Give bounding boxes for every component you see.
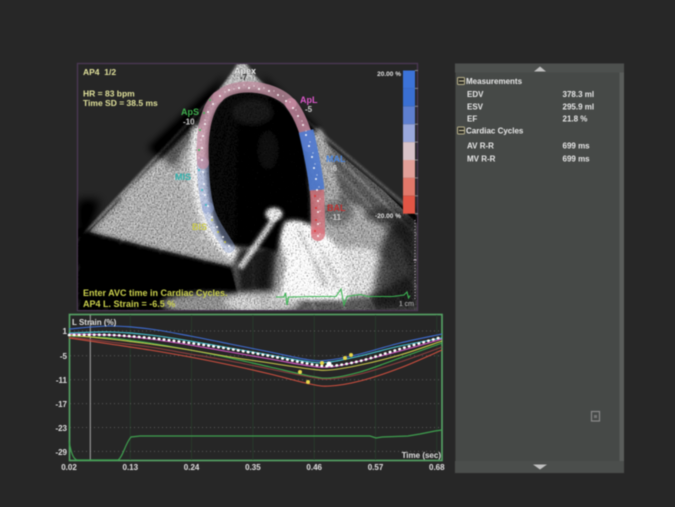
svg-text:0.02: 0.02	[61, 463, 77, 472]
svg-text:378.3 ml: 378.3 ml	[563, 90, 595, 99]
svg-text:EDV: EDV	[467, 90, 484, 99]
svg-text:-4: -4	[197, 233, 205, 242]
svg-text:Cardiac Cycles: Cardiac Cycles	[466, 126, 524, 135]
svg-text:1 cm: 1 cm	[399, 301, 414, 308]
svg-text:-6: -6	[330, 164, 338, 173]
svg-text:-23: -23	[55, 424, 67, 433]
svg-text:BIS: BIS	[192, 222, 207, 232]
svg-text:699 ms: 699 ms	[563, 142, 591, 151]
svg-text:Time (sec): Time (sec)	[402, 451, 442, 460]
svg-text:L Strain (%): L Strain (%)	[72, 318, 117, 327]
svg-text:0.13: 0.13	[123, 463, 139, 472]
svg-text:-10: -10	[183, 118, 195, 127]
svg-text:AP4 1/2: AP4 1/2	[83, 67, 116, 77]
svg-text:20.00 %: 20.00 %	[377, 71, 401, 78]
svg-text:21.8 %: 21.8 %	[563, 114, 588, 123]
svg-text:-5: -5	[60, 352, 68, 361]
svg-text:AP4 L. Strain = -6.5 %: AP4 L. Strain = -6.5 %	[83, 299, 175, 309]
svg-text:0.68: 0.68	[429, 463, 445, 472]
svg-text:EF: EF	[467, 114, 477, 123]
svg-text:AV R-R: AV R-R	[467, 142, 494, 151]
svg-text:MV R-R: MV R-R	[467, 155, 496, 164]
svg-text:-20.00 %: -20.00 %	[375, 213, 401, 220]
svg-text:-5: -5	[305, 105, 313, 114]
svg-text:-29: -29	[55, 448, 67, 457]
svg-text:HR = 83 bpm: HR = 83 bpm	[83, 89, 135, 99]
svg-text:1: 1	[63, 327, 68, 336]
svg-text:295.9 ml: 295.9 ml	[563, 102, 595, 111]
svg-text:-11: -11	[56, 376, 68, 385]
svg-text:ApS: ApS	[181, 107, 199, 117]
svg-text:699 ms: 699 ms	[563, 155, 591, 164]
svg-text:ApL: ApL	[300, 95, 318, 105]
svg-text:Measurements: Measurements	[466, 77, 523, 86]
svg-text:-7: -7	[240, 73, 248, 82]
svg-text:Enter AVC time in Cardiac Cycl: Enter AVC time in Cardiac Cycles.	[83, 288, 228, 298]
svg-text:ESV: ESV	[467, 102, 484, 111]
svg-text:Time SD = 38.5 ms: Time SD = 38.5 ms	[83, 98, 158, 108]
svg-text:-11: -11	[330, 213, 342, 222]
svg-text:-17: -17	[55, 400, 67, 409]
svg-text:0.24: 0.24	[184, 463, 200, 472]
svg-text:0.35: 0.35	[245, 463, 261, 472]
svg-text:BAL: BAL	[327, 203, 346, 213]
svg-text:-6: -6	[179, 181, 187, 190]
svg-text:MAL: MAL	[326, 154, 346, 164]
svg-text:0.46: 0.46	[306, 463, 322, 472]
svg-text:0.57: 0.57	[368, 463, 384, 472]
